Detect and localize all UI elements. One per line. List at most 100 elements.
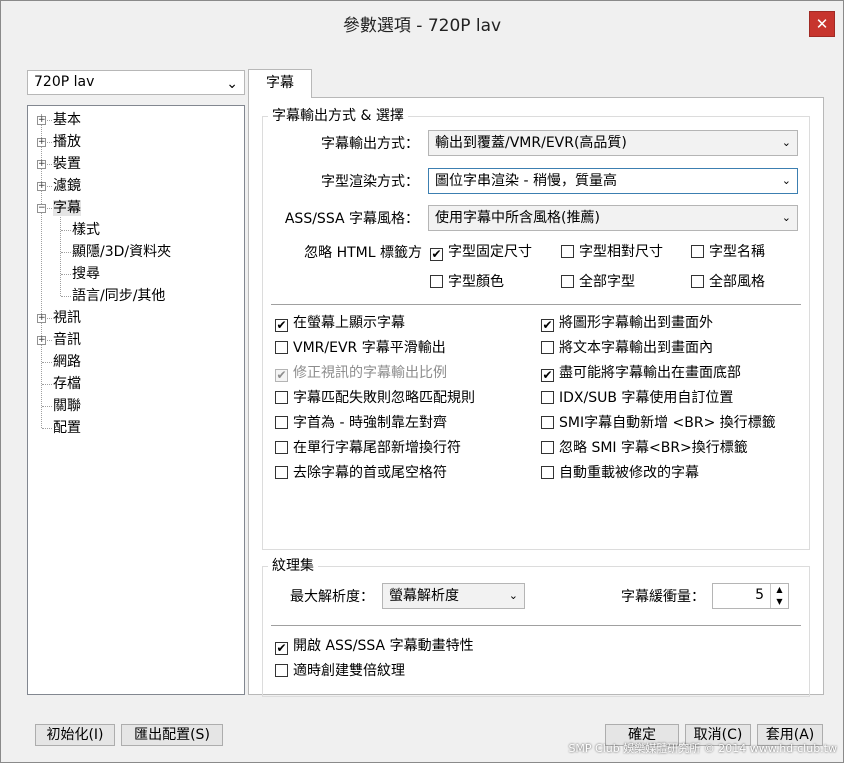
expand-icon[interactable]: + — [37, 116, 46, 125]
tree-item[interactable]: 網路 — [53, 352, 81, 372]
ignore-html-label: 忽略 HTML 標籤方 — [304, 245, 422, 261]
subtitle-option[interactable]: 在單行字幕尾部新增換行符 — [275, 438, 461, 458]
subtitle-option[interactable]: ✔ 將圖形字幕輸出到畫面外 — [541, 313, 713, 333]
expand-icon[interactable]: + — [37, 314, 46, 323]
cancel-button[interactable]: 取消(C) — [685, 724, 751, 746]
checkbox-icon[interactable] — [691, 245, 704, 258]
tree-item[interactable]: 存檔 — [53, 374, 81, 394]
tree-item[interactable]: 裝置 — [53, 154, 81, 174]
ignore-html-option[interactable]: 全部字型 — [561, 272, 635, 292]
tree-item[interactable]: 播放 — [53, 132, 81, 152]
spin-up-icon[interactable]: ▲ — [771, 584, 788, 596]
tree-item[interactable]: 語言/同步/其他 — [72, 286, 165, 306]
spin-down-icon[interactable]: ▼ — [771, 596, 788, 608]
checkbox-icon[interactable] — [541, 416, 554, 429]
checkbox-icon[interactable] — [541, 441, 554, 454]
checkbox-icon[interactable] — [275, 466, 288, 479]
tree-item[interactable]: 字幕 — [53, 198, 81, 218]
ignore-html-option[interactable]: 全部風格 — [691, 272, 765, 292]
tree-item-label: 裝置 — [53, 156, 81, 172]
subtitle-option-label: 字首為 - 時強制靠左對齊 — [293, 415, 447, 431]
checkbox-icon[interactable] — [275, 416, 288, 429]
subtitle-option[interactable]: ✔ 在螢幕上顯示字幕 — [275, 313, 405, 333]
subtitle-option[interactable]: 字幕匹配失敗則忽略匹配規則 — [275, 388, 475, 408]
ass-style-select[interactable]: 使用字幕中所含風格(推薦) ⌄ — [428, 205, 798, 231]
texture-option[interactable]: ✔ 開啟 ASS/SSA 字幕動畫特性 — [275, 636, 474, 656]
buffer-spinner[interactable]: 5 ▲ ▼ — [712, 583, 789, 609]
subtitle-option-label: 自動重載被修改的字幕 — [559, 465, 699, 481]
checkbox-checked-icon[interactable]: ✔ — [275, 319, 288, 332]
subtitle-option[interactable]: 去除字幕的首或尾空格符 — [275, 463, 447, 483]
tree-item-label: 網路 — [53, 354, 81, 370]
expand-icon[interactable]: + — [37, 336, 46, 345]
spinner-buttons[interactable]: ▲ ▼ — [770, 584, 788, 608]
ignore-html-option[interactable]: 字型相對尺寸 — [561, 242, 663, 262]
checkbox-checked-icon[interactable]: ✔ — [541, 369, 554, 382]
tree-item[interactable]: 視訊 — [53, 308, 81, 328]
subtitle-option-label: 忽略 SMI 字幕<BR>換行標籤 — [559, 440, 748, 456]
export-config-button[interactable]: 匯出配置(S) — [121, 724, 223, 746]
checkbox-checked-icon[interactable]: ✔ — [275, 642, 288, 655]
font-render-value: 圖位字串渲染 - 稍慢，質量高 — [435, 173, 617, 189]
checkbox-icon[interactable] — [541, 391, 554, 404]
checkbox-checked-icon[interactable]: ✔ — [541, 319, 554, 332]
texture-option-label: 開啟 ASS/SSA 字幕動畫特性 — [293, 638, 474, 654]
ignore-html-option-label: 字型相對尺寸 — [579, 244, 663, 260]
subtitle-option[interactable]: 忽略 SMI 字幕<BR>換行標籤 — [541, 438, 748, 458]
ignore-html-option[interactable]: 字型名稱 — [691, 242, 765, 262]
tree-item-label: 關聯 — [53, 398, 81, 414]
tree-item-label: 播放 — [53, 134, 81, 150]
expand-icon[interactable]: + — [37, 160, 46, 169]
ignore-html-option[interactable]: ✔ 字型固定尺寸 — [430, 242, 532, 262]
tree-item[interactable]: 樣式 — [72, 220, 100, 240]
init-button[interactable]: 初始化(I) — [35, 724, 115, 746]
ok-button[interactable]: 確定 — [605, 724, 679, 746]
subtitle-option[interactable]: 字首為 - 時強制靠左對齊 — [275, 413, 447, 433]
tree-line — [61, 230, 71, 231]
checkbox-icon[interactable] — [561, 245, 574, 258]
checkbox-icon[interactable] — [275, 391, 288, 404]
subtitle-option[interactable]: SMI字幕自動新增 <BR> 換行標籤 — [541, 413, 776, 433]
tree-item[interactable]: 配置 — [53, 418, 81, 438]
tree-item[interactable]: 濾鏡 — [53, 176, 81, 196]
subtitle-option[interactable]: VMR/EVR 字幕平滑輸出 — [275, 338, 446, 358]
ignore-html-option[interactable]: 字型顏色 — [430, 272, 504, 292]
checkbox-icon[interactable] — [275, 341, 288, 354]
subtitle-option-label: 修正視訊的字幕輸出比例 — [293, 365, 447, 381]
checkbox-icon[interactable] — [430, 275, 443, 288]
checkbox-icon[interactable] — [691, 275, 704, 288]
texture-option-label: 適時創建雙倍紋理 — [293, 663, 405, 679]
collapse-icon[interactable]: − — [37, 204, 46, 213]
subtitle-option-label: 將文本字幕輸出到畫面內 — [559, 340, 713, 356]
tree-item[interactable]: 搜尋 — [72, 264, 100, 284]
checkbox-checked-icon[interactable]: ✔ — [430, 248, 443, 261]
close-button[interactable]: ✕ — [809, 11, 835, 37]
preferences-window: 參數選項 - 720P lav ✕ 720P lav ⌄ + 基本 + 播放 + 裝置 + 濾… — [0, 0, 844, 763]
subtitle-option[interactable]: ✔ 盡可能將字幕輸出在畫面底部 — [541, 363, 741, 383]
checkbox-icon[interactable] — [541, 341, 554, 354]
expand-icon[interactable]: + — [37, 182, 46, 191]
checkbox-icon[interactable] — [561, 275, 574, 288]
apply-button[interactable]: 套用(A) — [757, 724, 823, 746]
tree-item[interactable]: 基本 — [53, 110, 81, 130]
tree-item[interactable]: 音訊 — [53, 330, 81, 350]
tree-item-label: 音訊 — [53, 332, 81, 348]
tree-item[interactable]: 關聯 — [53, 396, 81, 416]
subtitle-option[interactable]: IDX/SUB 字幕使用自訂位置 — [541, 388, 733, 408]
tree-item[interactable]: 顯隱/3D/資料夾 — [72, 242, 171, 262]
font-render-select[interactable]: 圖位字串渲染 - 稍慢，質量高 ⌄ — [428, 168, 798, 194]
output-method-select[interactable]: 輸出到覆蓋/VMR/EVR(高品質) ⌄ — [428, 130, 798, 156]
profile-select[interactable]: 720P lav ⌄ — [27, 70, 245, 95]
subtitle-option[interactable]: 自動重載被修改的字幕 — [541, 463, 699, 483]
category-tree: + 基本 + 播放 + 裝置 + 濾鏡 − 字幕 樣式 顯隱/3D/資料夾 搜尋 語言/同步/其他 + 視訊 +… — [27, 105, 245, 695]
texture-option[interactable]: 適時創建雙倍紋理 — [275, 661, 405, 681]
max-resolution-value: 螢幕解析度 — [389, 588, 459, 604]
checkbox-icon[interactable] — [275, 441, 288, 454]
max-resolution-select[interactable]: 螢幕解析度 ⌄ — [382, 583, 525, 609]
tab-subtitles[interactable]: 字幕 — [248, 69, 312, 98]
subtitle-option[interactable]: 將文本字幕輸出到畫面內 — [541, 338, 713, 358]
checkbox-icon[interactable] — [275, 664, 288, 677]
checkbox-icon[interactable] — [541, 466, 554, 479]
expand-icon[interactable]: + — [37, 138, 46, 147]
tree-line — [42, 428, 52, 429]
